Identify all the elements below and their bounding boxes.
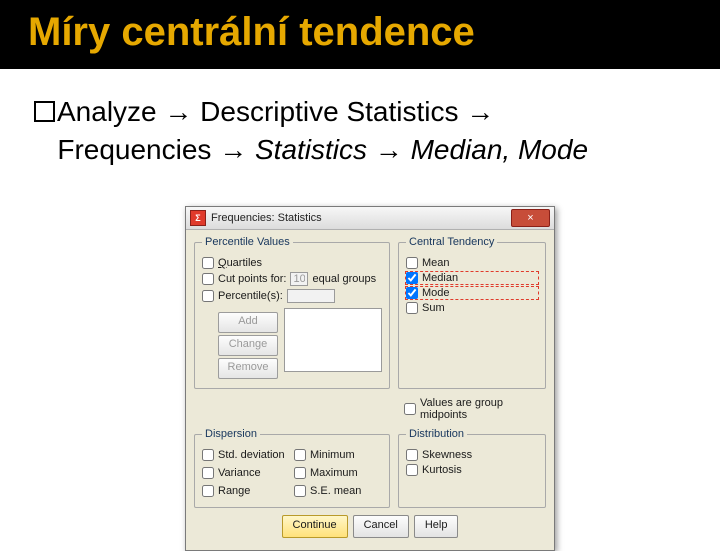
range-checkbox[interactable]: Range [202, 485, 290, 497]
min-checkbox[interactable]: Minimum [294, 449, 382, 461]
change-button[interactable]: Change [218, 335, 278, 356]
sum-checkbox[interactable]: Sum [406, 302, 538, 314]
add-button[interactable]: Add [218, 312, 278, 333]
dialog-button-bar: Continue Cancel Help [194, 508, 546, 542]
distribution-legend: Distribution [406, 428, 467, 440]
dispersion-legend: Dispersion [202, 428, 260, 440]
slide-title: Míry centrální tendence [28, 10, 698, 55]
skewness-checkbox[interactable]: Skewness [406, 449, 538, 461]
remove-button[interactable]: Remove [218, 358, 278, 379]
dialog-title: Frequencies: Statistics [211, 212, 511, 224]
cutpoints-input[interactable] [290, 272, 308, 286]
kurtosis-checkbox[interactable]: Kurtosis [406, 464, 538, 476]
app-icon: Σ [190, 210, 206, 226]
quartiles-checkbox[interactable]: Quartiles [202, 257, 382, 269]
menu-path: Analyze → Descriptive Statistics → Frequ… [34, 93, 692, 169]
central-legend: Central Tendency [406, 236, 497, 248]
std-checkbox[interactable]: Std. deviation [202, 449, 290, 461]
percentile-listbox[interactable] [284, 308, 382, 372]
continue-button[interactable]: Continue [282, 515, 348, 538]
max-checkbox[interactable]: Maximum [294, 467, 382, 479]
percentile-legend: Percentile Values [202, 236, 293, 248]
percentile-values-group: Percentile Values Quartiles Cut points f… [194, 236, 390, 389]
percentile-button-stack: Add Change Remove [218, 310, 278, 381]
group-midpoints-checkbox[interactable]: Values are group midpoints [404, 397, 544, 421]
close-button[interactable]: × [511, 209, 550, 227]
title-band: Míry centrální tendence [0, 0, 720, 69]
distribution-group: Distribution Skewness Kurtosis [398, 428, 546, 508]
slide: Míry centrální tendence Analyze → Descri… [0, 0, 720, 540]
mean-checkbox[interactable]: Mean [406, 257, 538, 269]
mode-checkbox[interactable]: Mode [406, 287, 538, 299]
bullet-block: Analyze → Descriptive Statistics → Frequ… [0, 69, 720, 169]
help-button[interactable]: Help [414, 515, 459, 538]
median-checkbox[interactable]: Median [406, 272, 538, 284]
central-tendency-group: Central Tendency Mean Median Mode Sum [398, 236, 546, 389]
dialog-body: Percentile Values Quartiles Cut points f… [186, 230, 554, 550]
dialog-titlebar[interactable]: Σ Frequencies: Statistics × [186, 207, 554, 230]
variance-checkbox[interactable]: Variance [202, 467, 290, 479]
se-checkbox[interactable]: S.E. mean [294, 485, 382, 497]
cancel-button[interactable]: Cancel [353, 515, 409, 538]
dispersion-group: Dispersion Std. deviation Minimum Varian… [194, 428, 390, 508]
frequencies-statistics-dialog: Σ Frequencies: Statistics × Percentile V… [185, 206, 555, 551]
bullet-icon [34, 101, 55, 122]
cutpoints-checkbox[interactable]: Cut points for: equal groups [202, 272, 382, 286]
percentile-value-input[interactable] [287, 289, 335, 303]
close-icon: × [527, 213, 533, 224]
percentiles-checkbox[interactable]: Percentile(s): [202, 289, 382, 303]
